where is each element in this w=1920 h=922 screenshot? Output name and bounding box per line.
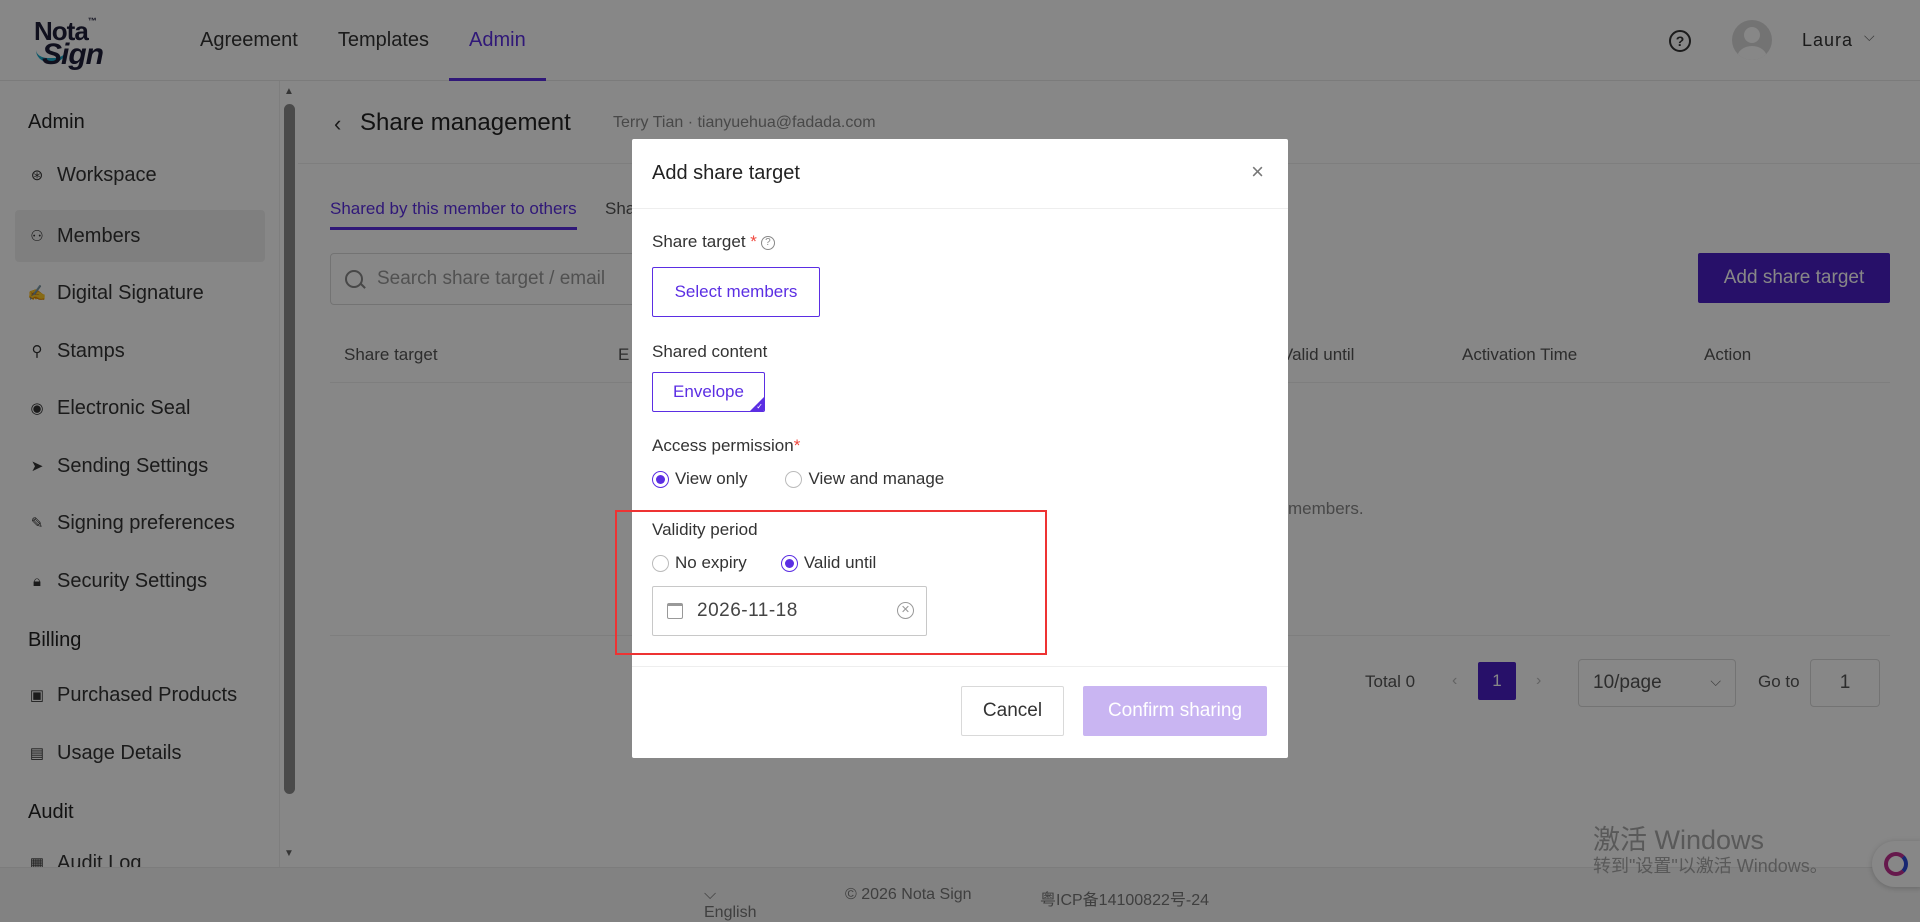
radio-valid-until[interactable]: Valid until	[780, 553, 876, 573]
access-permission-label: Access permission*	[652, 436, 801, 455]
dialog-header: Add share target ×	[632, 139, 1288, 209]
close-icon[interactable]: ×	[1251, 159, 1264, 185]
calendar-icon	[667, 603, 683, 619]
share-target-label: Share target *?	[652, 232, 775, 252]
validity-period-group: No expiry Valid until	[652, 553, 904, 573]
dialog-footer: Cancel Confirm sharing	[632, 666, 1288, 758]
radio-view-only[interactable]: View only	[652, 469, 747, 489]
shared-content-label: Shared content	[652, 342, 768, 361]
validity-period-label: Validity period	[652, 520, 758, 539]
clear-icon[interactable]: ✕	[897, 602, 914, 619]
add-share-target-dialog: Add share target × Share target *? Selec…	[615, 139, 1288, 758]
date-value: 2026-11-18	[697, 600, 798, 621]
envelope-option[interactable]: Envelope ✓	[652, 372, 765, 412]
radio-no-expiry[interactable]: No expiry	[652, 553, 747, 573]
select-members-button[interactable]: Select members	[652, 267, 820, 317]
valid-until-date-picker[interactable]: 2026-11-18 ✕	[652, 586, 927, 636]
radio-view-and-manage[interactable]: View and manage	[785, 469, 944, 489]
access-permission-group: View only View and manage	[652, 469, 972, 489]
check-icon: ✓	[756, 402, 763, 411]
confirm-sharing-button[interactable]: Confirm sharing	[1083, 686, 1267, 736]
cancel-button[interactable]: Cancel	[961, 686, 1064, 736]
help-icon[interactable]: ?	[760, 235, 775, 250]
dialog-title: Add share target	[652, 162, 800, 184]
